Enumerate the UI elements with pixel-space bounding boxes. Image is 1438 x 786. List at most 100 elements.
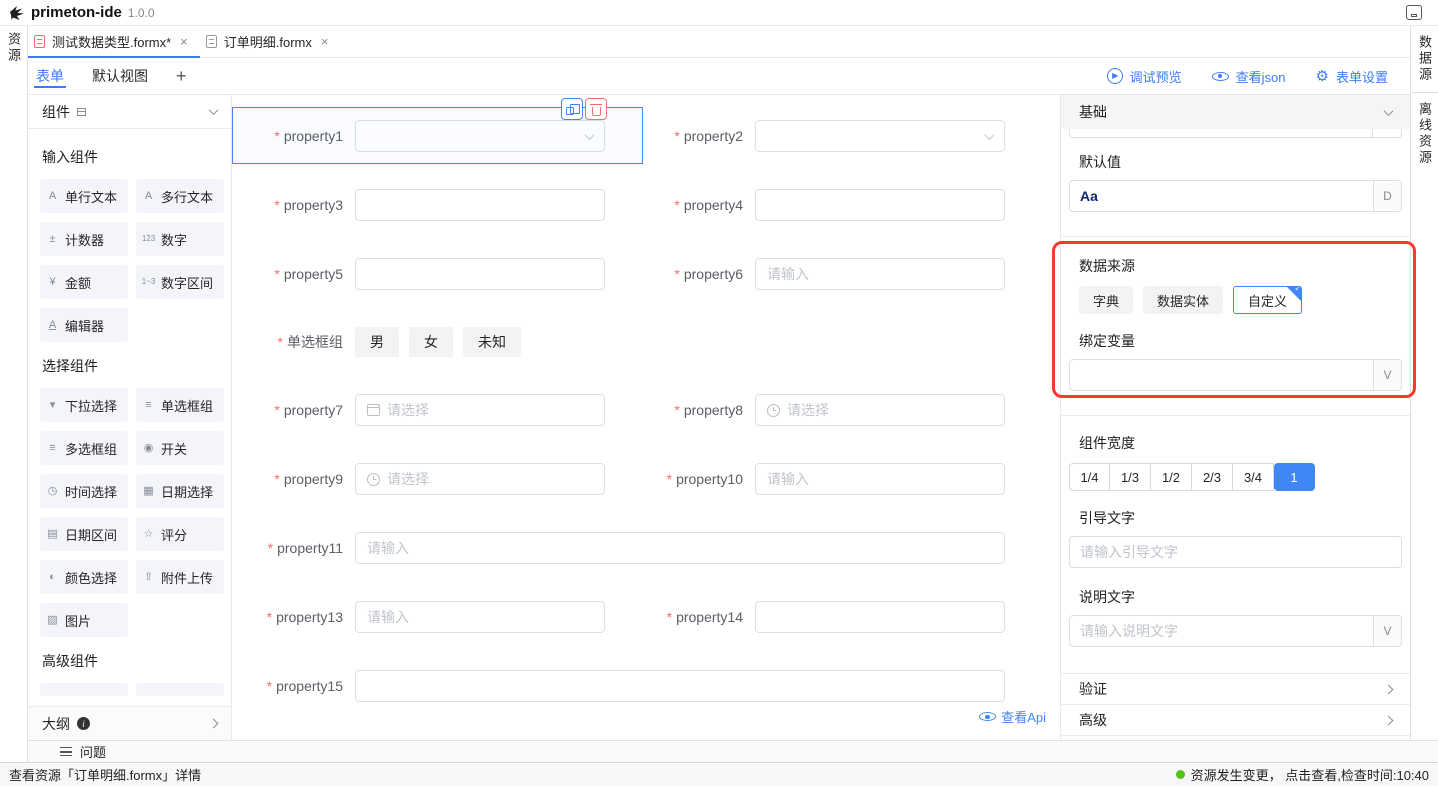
component-item-rating[interactable]: ☆ 评分 [136, 517, 224, 551]
property8-timepicker[interactable]: 请选择 [755, 394, 1005, 426]
form-field-property15[interactable]: *property15 [245, 670, 1005, 702]
help-text-input[interactable] [1069, 615, 1374, 647]
component-item-counter[interactable]: ± 计数器 [40, 222, 128, 256]
form-field-property7[interactable]: *property7 请选择 [245, 394, 645, 426]
tab-test-data-type[interactable]: 测试数据类型.formx* × [28, 26, 200, 57]
tab-order-detail[interactable]: 订单明细.formx × [200, 26, 341, 57]
form-field-property6[interactable]: *property6 [645, 258, 1045, 290]
form-field-property4[interactable]: *property4 [645, 189, 1045, 221]
form-field-property14[interactable]: *property14 [645, 601, 1045, 633]
delete-button[interactable] [585, 98, 607, 120]
guide-text-input[interactable] [1069, 536, 1402, 568]
form-field-property10[interactable]: *property10 [645, 463, 1045, 495]
rail-tab-offline-resources[interactable]: 离线资源 [1411, 92, 1438, 175]
property3-input[interactable] [355, 189, 605, 221]
add-view-button[interactable]: + [174, 58, 189, 94]
property4-input[interactable] [755, 189, 1005, 221]
section-basic-header[interactable]: 基础 [1061, 95, 1410, 129]
radio-option-female[interactable]: 女 [409, 327, 453, 357]
radio-option-male[interactable]: 男 [355, 327, 399, 357]
component-item-single-line-text[interactable]: A 单行文本 [40, 179, 128, 213]
component-item-attachment-upload[interactable]: ⇧ 附件上传 [136, 560, 224, 594]
help-text-type-button[interactable]: V [1374, 615, 1402, 647]
width-option-2-3[interactable]: 2/3 [1192, 463, 1233, 491]
form-field-property8[interactable]: *property8 请选择 [645, 394, 1045, 426]
form-field-property13[interactable]: *property13 [245, 601, 645, 633]
property9-timepicker[interactable]: 请选择 [355, 463, 605, 495]
copy-button[interactable] [561, 98, 583, 120]
section-validation[interactable]: 验证 [1061, 673, 1410, 704]
debug-preview-button[interactable]: ▶ 调试预览 [1107, 67, 1182, 86]
required-asterisk: * [278, 334, 283, 350]
view-json-button[interactable]: 查看json [1212, 67, 1286, 86]
component-item-date-range[interactable]: ▤ 日期区间 [40, 517, 128, 551]
form-field-property5[interactable]: *property5 [245, 258, 645, 290]
close-icon[interactable]: × [321, 34, 329, 49]
width-option-1-4[interactable]: 1/4 [1069, 463, 1110, 491]
status-left-text[interactable]: 查看资源「订单明细.formx」详情 [9, 765, 201, 784]
form-field-property3[interactable]: *property3 [245, 189, 645, 221]
component-item-checkbox-group[interactable]: ≡ 多选框组 [40, 431, 128, 465]
tab-form[interactable]: 表单 [34, 58, 66, 94]
form-field-property9[interactable]: *property9 请选择 [245, 463, 645, 495]
default-value-input[interactable] [1069, 180, 1374, 212]
radio-option-unknown[interactable]: 未知 [463, 327, 521, 357]
play-icon: ▶ [1107, 68, 1123, 84]
width-option-1-3[interactable]: 1/3 [1110, 463, 1151, 491]
component-item-image[interactable]: ▨ 图片 [40, 603, 128, 637]
form-field-property11[interactable]: *property11 [245, 532, 1005, 564]
bind-variable-input[interactable] [1069, 359, 1374, 391]
form-field-property2[interactable]: *property2 [645, 120, 1045, 152]
width-option-full[interactable]: 1 [1274, 463, 1315, 491]
form-settings-button[interactable]: ⚙ 表单设置 [1316, 67, 1388, 86]
components-panel-header[interactable]: 组件 [28, 95, 231, 129]
required-asterisk: * [274, 266, 279, 282]
property14-input[interactable] [755, 601, 1005, 633]
component-item-switch[interactable]: ◉ 开关 [136, 431, 224, 465]
component-item-number[interactable]: 123 数字 [136, 222, 224, 256]
component-item-multi-line-text[interactable]: A 多行文本 [136, 179, 224, 213]
property1-select[interactable] [355, 120, 605, 152]
property13-input[interactable] [355, 601, 605, 633]
rail-tab-resources[interactable]: 资源 [4, 32, 23, 64]
form-field-property1[interactable]: *property1 [245, 120, 645, 152]
property5-input[interactable] [355, 258, 605, 290]
width-option-1-2[interactable]: 1/2 [1151, 463, 1192, 491]
component-item-time-picker[interactable]: ◷ 时间选择 [40, 474, 128, 508]
property6-input[interactable] [755, 258, 1005, 290]
section-advanced[interactable]: 高级 [1061, 704, 1410, 735]
component-item-dropdown-select[interactable]: ▾ 下拉选择 [40, 388, 128, 422]
component-item-amount[interactable]: ¥ 金额 [40, 265, 128, 299]
tab-default-view[interactable]: 默认视图 [90, 58, 150, 94]
component-item-partial[interactable] [40, 683, 128, 696]
property2-select[interactable] [755, 120, 1005, 152]
status-change-notice[interactable]: 资源发生变更， 点击查看,检查时间:10:40 [1176, 765, 1429, 784]
grid-icon [77, 108, 86, 116]
default-value-type-button[interactable]: D [1374, 180, 1402, 212]
close-icon[interactable]: × [180, 34, 188, 49]
outline-toggle[interactable]: 大纲 i [28, 706, 231, 740]
view-api-link[interactable]: 查看Api [979, 707, 1046, 726]
component-item-editor[interactable]: A 编辑器 [40, 308, 128, 342]
component-item-date-picker[interactable]: ▦ 日期选择 [136, 474, 224, 508]
panel-layout-icon[interactable] [1406, 5, 1422, 20]
component-item-radio-group[interactable]: ≡ 单选框组 [136, 388, 224, 422]
component-item-color-picker[interactable]: ◐ 颜色选择 [40, 560, 128, 594]
property15-input[interactable] [355, 670, 1005, 702]
property11-input[interactable] [355, 532, 1005, 564]
property10-input[interactable] [755, 463, 1005, 495]
bind-variable-type-button[interactable]: V [1374, 359, 1402, 391]
form-field-radio-group[interactable]: *单选框组 男 女 未知 [245, 327, 645, 357]
data-source-option-custom[interactable]: 自定义 ✓ [1233, 286, 1302, 314]
date-range-icon: ▤ [45, 529, 60, 540]
data-source-option-dictionary[interactable]: 字典 [1079, 286, 1133, 314]
form-canvas[interactable]: *property1 *property2 *property3 *proper… [232, 95, 1060, 740]
problems-bar[interactable]: 问题 [28, 740, 1438, 762]
component-item-number-range[interactable]: 1~3 数字区间 [136, 265, 224, 299]
data-source-option-entity[interactable]: 数据实体 [1143, 286, 1223, 314]
property7-datepicker[interactable]: 请选择 [355, 394, 605, 426]
rail-tab-data-source[interactable]: 数据源 [1411, 26, 1438, 92]
chevron-down-icon[interactable] [209, 105, 219, 115]
width-option-3-4[interactable]: 3/4 [1233, 463, 1274, 491]
component-item-partial[interactable] [136, 683, 224, 696]
